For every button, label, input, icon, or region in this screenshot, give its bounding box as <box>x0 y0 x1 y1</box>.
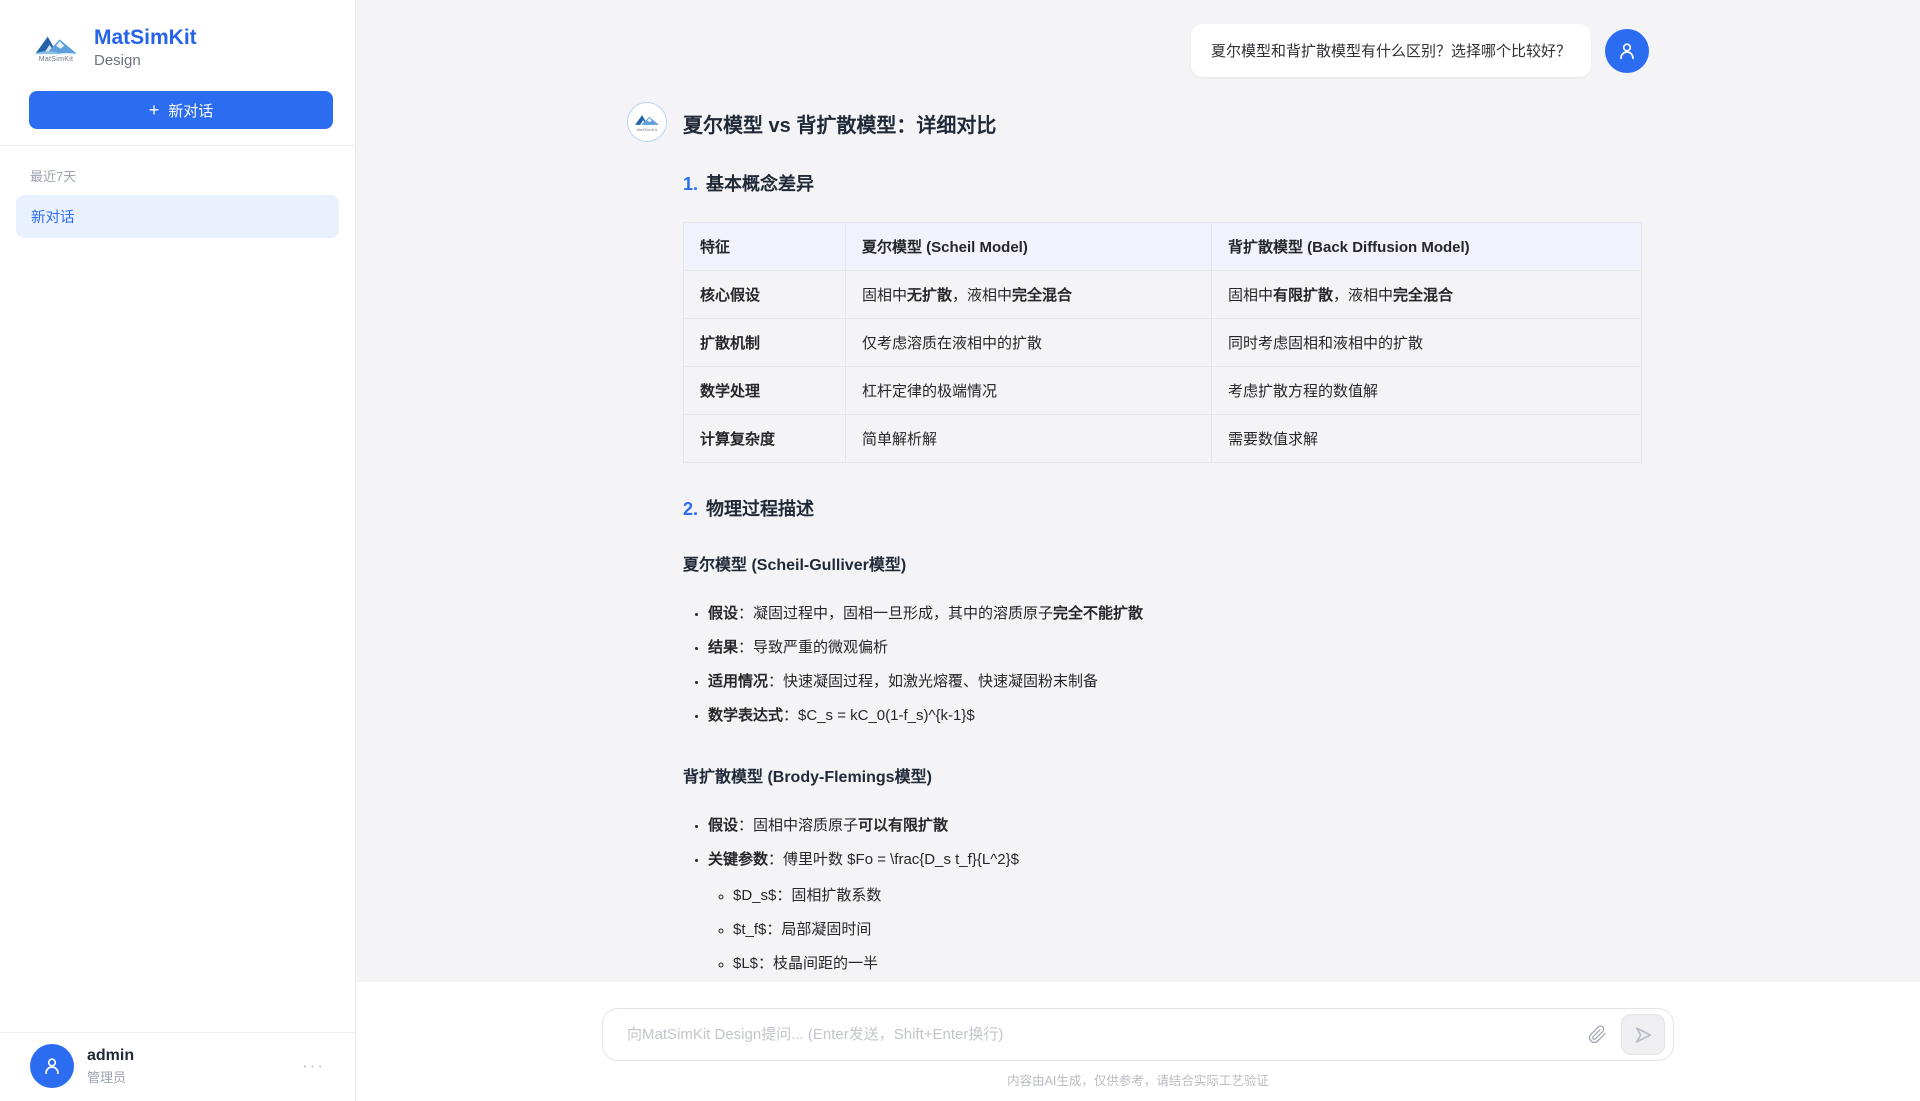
attach-button[interactable] <box>1582 1019 1613 1050</box>
main-area: 夏尔模型和背扩散模型有什么区别？选择哪个比较好？ <box>356 0 1920 1101</box>
send-button[interactable] <box>1621 1014 1665 1055</box>
list-item: 适用情况：快速凝固过程，如激光熔覆、快速凝固粉末制备 <box>708 665 1649 699</box>
message-column: 夏尔模型和背扩散模型有什么区别？选择哪个比较好？ <box>627 0 1649 981</box>
comparison-table: 特征夏尔模型 (Scheil Model)背扩散模型 (Back Diffusi… <box>683 222 1642 463</box>
table-cell: 固相中有限扩散，液相中完全混合 <box>1212 271 1642 319</box>
plus-icon: + <box>149 101 160 119</box>
user-message-row: 夏尔模型和背扩散模型有什么区别？选择哪个比较好？ <box>627 24 1649 77</box>
user-message-avatar <box>1605 29 1649 73</box>
list-item: $t_f$：局部凝固时间 <box>733 913 1649 947</box>
section-heading-1: 1. 基本概念差异 <box>683 170 1649 196</box>
paperclip-icon <box>1588 1025 1607 1044</box>
back-diffusion-param-list: $D_s$：固相扩散系数$t_f$：局部凝固时间$L$：枝晶间距的一半 <box>683 879 1649 981</box>
table-cell: 简单解析解 <box>846 415 1212 463</box>
section-title: 物理过程描述 <box>706 499 814 519</box>
sidebar: MatSimKit MatSimKit Design + 新对话 最近7天 新对… <box>0 0 356 1101</box>
table-cell: 扩散机制 <box>684 319 846 367</box>
mountain-logo-icon <box>34 33 78 55</box>
person-icon <box>1616 40 1638 62</box>
sidebar-item-conversation[interactable]: 新对话 <box>16 195 339 238</box>
list-item: 结果：导致严重的微观偏析 <box>708 631 1649 665</box>
user-role: 管理员 <box>87 1067 285 1086</box>
table-row: 核心假设固相中无扩散，液相中完全混合固相中有限扩散，液相中完全混合 <box>684 271 1642 319</box>
section-number: 2. <box>683 499 698 519</box>
scheil-bullet-list: 假设：凝固过程中，固相一旦形成，其中的溶质原子完全不能扩散结果：导致严重的微观偏… <box>683 597 1649 733</box>
matsimkit-logo-icon: MatSimKit <box>30 33 82 63</box>
table-header-cell: 背扩散模型 (Back Diffusion Model) <box>1212 223 1642 271</box>
section-heading-2: 2. 物理过程描述 <box>683 495 1649 521</box>
table-cell: 核心假设 <box>684 271 846 319</box>
table-header-cell: 夏尔模型 (Scheil Model) <box>846 223 1212 271</box>
assistant-avatar: MatSimKit <box>627 102 667 142</box>
user-message-bubble: 夏尔模型和背扩散模型有什么区别？选择哪个比较好？ <box>1191 24 1591 77</box>
back-diffusion-heading: 背扩散模型 (Brody-Flemings模型) <box>683 763 1649 787</box>
logo-caption: MatSimKit <box>637 127 658 132</box>
table-cell: 数学处理 <box>684 367 846 415</box>
message-input[interactable] <box>627 1026 1582 1043</box>
composer-band: 内容由AI生成，仅供参考，请结合实际工艺验证 <box>356 982 1920 1101</box>
table-cell: 杠杆定律的极端情况 <box>846 367 1212 415</box>
table-row: 扩散机制仅考虑溶质在液相中的扩散同时考虑固相和液相中的扩散 <box>684 319 1642 367</box>
assistant-message-row: MatSimKit 夏尔模型 vs 背扩散模型：详细对比 1. 基本概念差异 特征… <box>627 100 1649 981</box>
mountain-logo-icon <box>634 113 660 126</box>
table-cell: 同时考虑固相和液相中的扩散 <box>1212 319 1642 367</box>
table-cell: 需要数值求解 <box>1212 415 1642 463</box>
history-section-label: 最近7天 <box>0 146 355 195</box>
list-item: 关键参数：傅里叶数 $Fo = \frac{D_s t_f}{L^2}$ <box>708 843 1649 877</box>
sidebar-footer: admin 管理员 ··· <box>0 1032 355 1101</box>
brand: MatSimKit MatSimKit Design <box>0 0 355 83</box>
comparison-table-body: 核心假设固相中无扩散，液相中完全混合固相中有限扩散，液相中完全混合扩散机制仅考虑… <box>684 271 1642 463</box>
composer <box>602 1008 1674 1061</box>
chat-messages[interactable]: 夏尔模型和背扩散模型有什么区别？选择哪个比较好？ <box>356 0 1920 982</box>
list-item: 数学表达式：$C_s = kC_0(1-f_s)^{k-1}$ <box>708 699 1649 733</box>
table-cell: 仅考虑溶质在液相中的扩散 <box>846 319 1212 367</box>
scheil-model-heading: 夏尔模型 (Scheil-Gulliver模型) <box>683 551 1649 575</box>
brand-name: MatSimKit <box>94 26 197 50</box>
table-cell: 计算复杂度 <box>684 415 846 463</box>
brand-subtitle: Design <box>94 52 197 69</box>
answer-title: 夏尔模型 vs 背扩散模型：详细对比 <box>683 109 1649 138</box>
table-row: 数学处理杠杆定律的极端情况考虑扩散方程的数值解 <box>684 367 1642 415</box>
list-item: $D_s$：固相扩散系数 <box>733 879 1649 913</box>
logo-caption: MatSimKit <box>39 56 74 63</box>
table-header-cell: 特征 <box>684 223 846 271</box>
assistant-message-content: 夏尔模型 vs 背扩散模型：详细对比 1.基本概念差异 特征夏尔模型 (Sche… <box>683 100 1649 981</box>
new-chat-button[interactable]: + 新对话 <box>29 91 333 129</box>
table-cell: 考虑扩散方程的数值解 <box>1212 367 1642 415</box>
brand-text: MatSimKit Design <box>94 26 197 69</box>
app-window: MatSimKit MatSimKit Design + 新对话 最近7天 新对… <box>0 0 1920 1101</box>
table-cell: 固相中无扩散，液相中完全混合 <box>846 271 1212 319</box>
list-item: $L$：枝晶间距的一半 <box>733 947 1649 981</box>
section-title: 基本概念差异 <box>706 174 814 194</box>
send-icon <box>1632 1024 1654 1046</box>
back-diffusion-bullet-list: 假设：固相中溶质原子可以有限扩散关键参数：傅里叶数 $Fo = \frac{D_… <box>683 809 1649 877</box>
more-options-button[interactable]: ··· <box>298 1052 329 1080</box>
user-avatar <box>30 1044 74 1088</box>
section-number: 1. <box>683 174 698 194</box>
list-item: 假设：固相中溶质原子可以有限扩散 <box>708 809 1649 843</box>
list-item: 假设：凝固过程中，固相一旦形成，其中的溶质原子完全不能扩散 <box>708 597 1649 631</box>
new-chat-section: + 新对话 <box>0 83 355 146</box>
person-icon <box>41 1055 63 1077</box>
ai-disclaimer: 内容由AI生成，仅供参考，请结合实际工艺验证 <box>356 1070 1920 1089</box>
user-name: admin <box>87 1047 285 1065</box>
user-meta: admin 管理员 <box>87 1047 285 1086</box>
new-chat-label: 新对话 <box>168 100 213 121</box>
comparison-table-head: 特征夏尔模型 (Scheil Model)背扩散模型 (Back Diffusi… <box>684 223 1642 271</box>
table-row: 计算复杂度简单解析解需要数值求解 <box>684 415 1642 463</box>
